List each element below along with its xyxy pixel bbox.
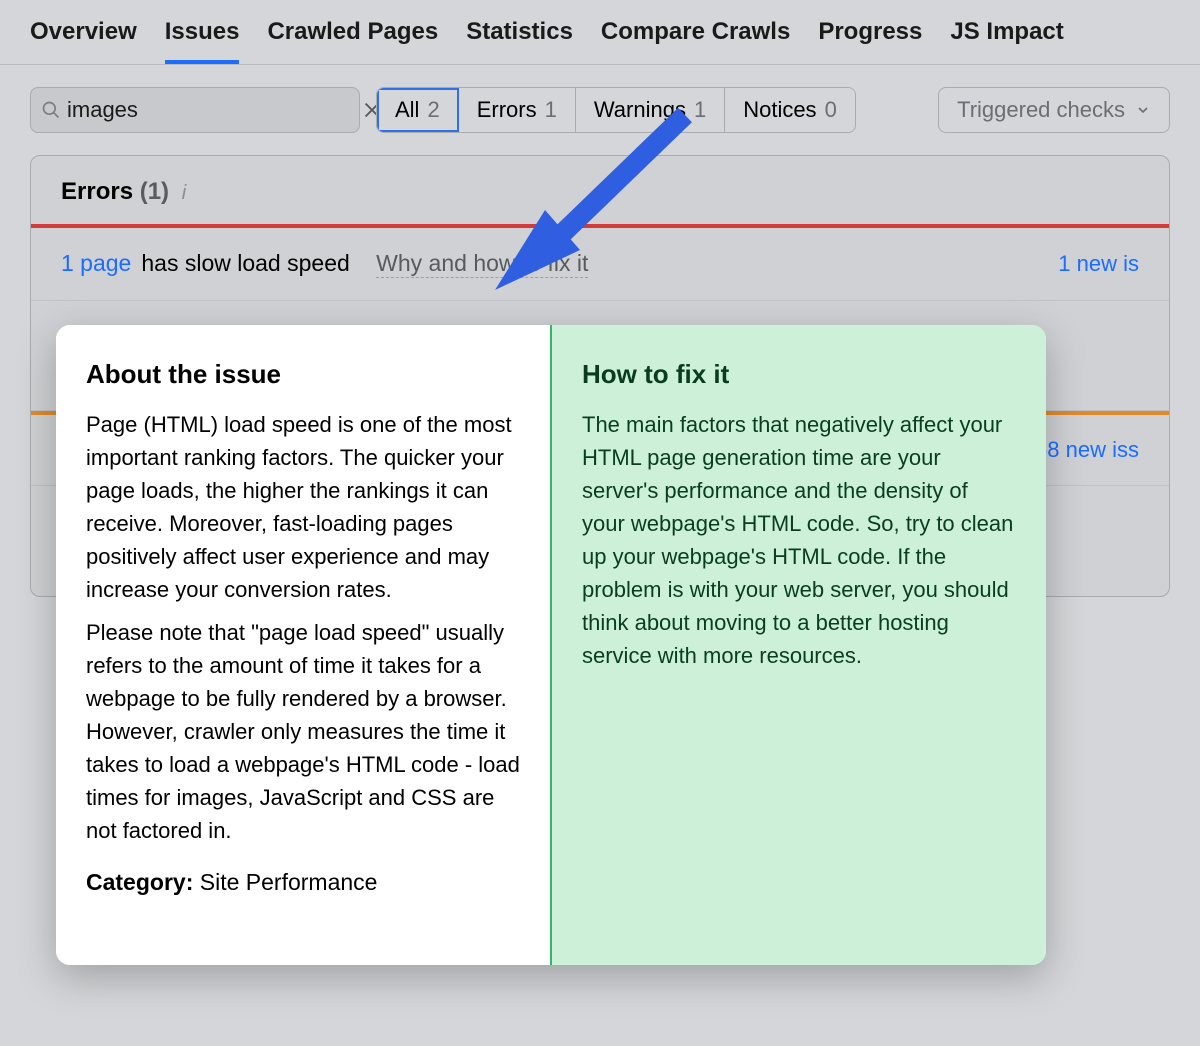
filter-errors[interactable]: Errors 1: [459, 88, 576, 132]
filter-warnings-count: 1: [694, 97, 706, 123]
why-how-fix-link[interactable]: Why and how to fix it: [376, 250, 588, 278]
filter-warnings[interactable]: Warnings 1: [576, 88, 725, 132]
info-icon[interactable]: i: [182, 182, 186, 204]
tab-bar: Overview Issues Crawled Pages Statistics…: [0, 0, 1200, 65]
errors-title: Errors: [61, 178, 133, 205]
tab-issues[interactable]: Issues: [165, 18, 240, 64]
triggered-label: Triggered checks: [957, 97, 1125, 123]
filter-errors-count: 1: [545, 97, 557, 123]
errors-header: Errors (1) i: [31, 156, 1169, 224]
issue2-new-count[interactable]: 68 new iss: [1035, 437, 1139, 463]
category-line: Category: Site Performance: [86, 865, 520, 900]
fix-body: The main factors that negatively affect …: [582, 408, 1016, 672]
issue-row-1: 1 page has slow load speed Why and how t…: [31, 228, 1169, 301]
about-paragraph-1: Page (HTML) load speed is one of the mos…: [86, 408, 520, 606]
filter-all-label: All: [395, 97, 419, 123]
popup-about-column: About the issue Page (HTML) load speed i…: [56, 325, 552, 965]
about-title: About the issue: [86, 355, 520, 394]
filter-notices-label: Notices: [743, 97, 816, 123]
filter-notices[interactable]: Notices 0: [725, 88, 855, 132]
search-field-wrap: [30, 87, 360, 133]
tab-progress[interactable]: Progress: [818, 18, 922, 64]
filter-notices-count: 0: [825, 97, 837, 123]
issue-text: has slow load speed: [141, 250, 349, 277]
triggered-checks-dropdown[interactable]: Triggered checks: [938, 87, 1170, 133]
category-label: Category:: [86, 869, 193, 895]
about-paragraph-2: Please note that "page load speed" usual…: [86, 616, 520, 847]
issue-detail-popup: About the issue Page (HTML) load speed i…: [56, 325, 1046, 965]
filter-bar: All 2 Errors 1 Warnings 1 Notices 0 Trig…: [0, 65, 1200, 155]
tab-overview[interactable]: Overview: [30, 18, 137, 64]
issue-page-link[interactable]: 1 page: [61, 250, 131, 277]
popup-fix-column: How to fix it The main factors that nega…: [552, 325, 1046, 965]
errors-count: (1): [140, 178, 169, 205]
chevron-down-icon: [1135, 102, 1151, 118]
issue-new-count[interactable]: 1 new is: [1058, 251, 1139, 277]
filter-all[interactable]: All 2: [377, 88, 459, 132]
fix-title: How to fix it: [582, 355, 1016, 394]
tab-statistics[interactable]: Statistics: [466, 18, 573, 64]
category-value: Site Performance: [200, 869, 378, 895]
tab-crawled-pages[interactable]: Crawled Pages: [267, 18, 438, 64]
search-icon: [41, 100, 61, 120]
search-input[interactable]: [61, 97, 361, 123]
tab-js-impact[interactable]: JS Impact: [950, 18, 1063, 64]
filter-errors-label: Errors: [477, 97, 537, 123]
filter-all-count: 2: [427, 97, 439, 123]
tab-compare-crawls[interactable]: Compare Crawls: [601, 18, 790, 64]
severity-filter: All 2 Errors 1 Warnings 1 Notices 0: [376, 87, 856, 133]
filter-warnings-label: Warnings: [594, 97, 686, 123]
